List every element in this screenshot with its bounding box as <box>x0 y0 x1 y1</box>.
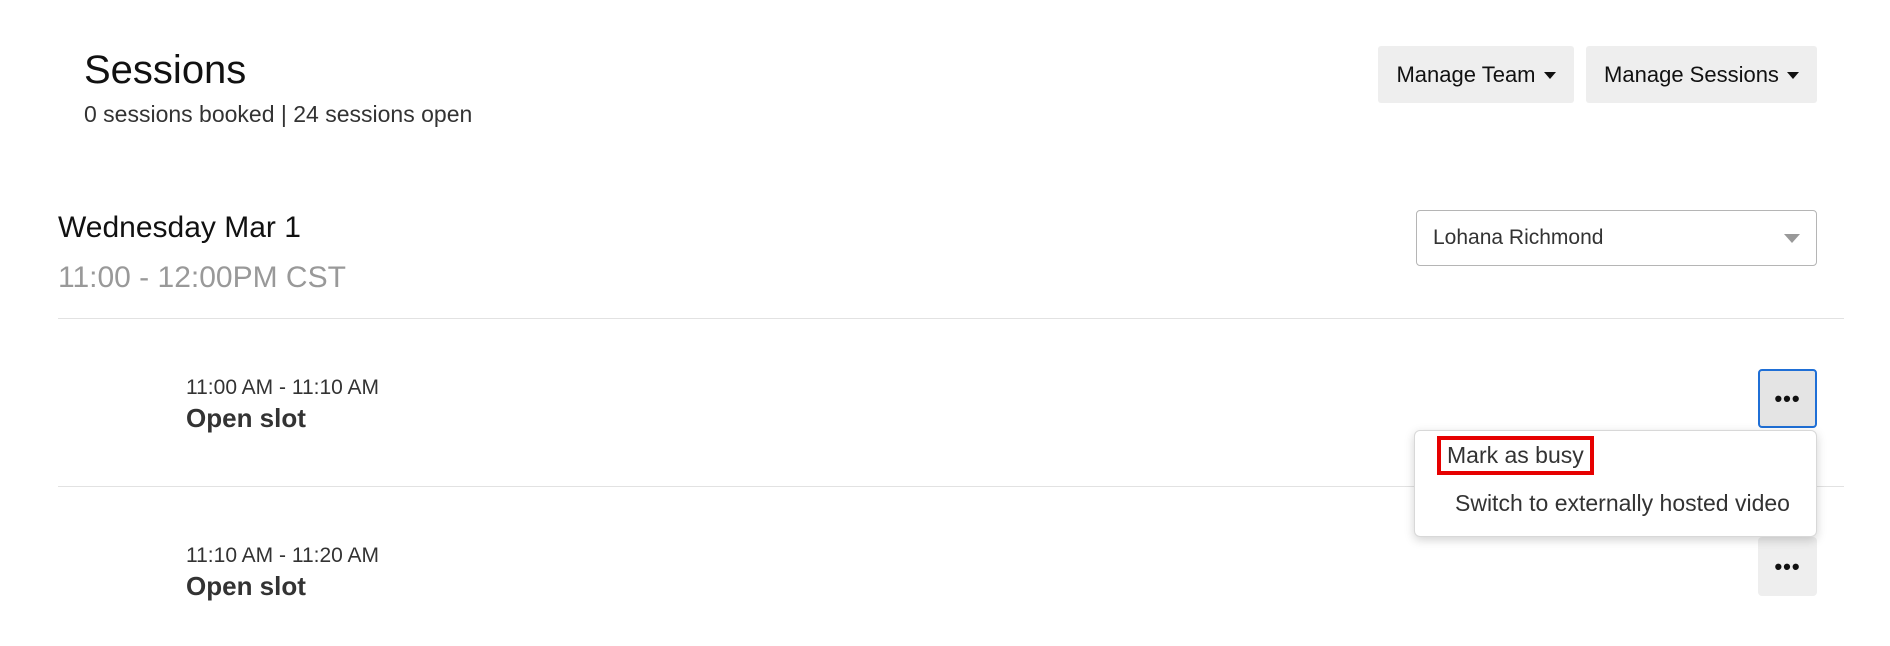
menu-item-mark-as-busy[interactable]: Mark as busy <box>1437 435 1594 475</box>
caret-down-icon <box>1786 72 1799 79</box>
host-select-value: Lohana Richmond <box>1433 226 1604 249</box>
manage-team-button[interactable]: Manage Team <box>1378 46 1574 103</box>
more-icon: ••• <box>1774 553 1801 579</box>
chevron-down-icon <box>1784 234 1800 243</box>
slot-time: 11:00 AM - 11:10 AM <box>186 376 379 399</box>
day-title: Wednesday Mar 1 <box>58 211 301 244</box>
host-select[interactable]: Lohana Richmond <box>1416 210 1817 266</box>
slot-status: Open slot <box>186 403 306 433</box>
sessions-summary: 0 sessions booked | 24 sessions open <box>84 101 473 127</box>
manage-sessions-button[interactable]: Manage Sessions <box>1586 46 1817 103</box>
more-icon: ••• <box>1774 385 1801 411</box>
slot-more-button[interactable]: ••• <box>1758 369 1817 428</box>
slot-more-button[interactable]: ••• <box>1758 537 1817 596</box>
slot-time: 11:10 AM - 11:20 AM <box>186 544 379 567</box>
page-title: Sessions <box>84 48 247 92</box>
slot-status: Open slot <box>186 571 306 601</box>
manage-team-label: Manage Team <box>1396 61 1536 87</box>
manage-sessions-label: Manage Sessions <box>1604 61 1779 87</box>
menu-item-switch-external-video[interactable]: Switch to externally hosted video <box>1447 483 1798 523</box>
divider <box>58 318 1844 319</box>
slot-actions-menu: Mark as busy Switch to externally hosted… <box>1414 430 1817 537</box>
menu-item-label: Mark as busy <box>1437 435 1594 475</box>
sessions-page: Sessions 0 sessions booked | 24 sessions… <box>0 0 1890 646</box>
caret-down-icon <box>1543 72 1556 79</box>
menu-item-label: Switch to externally hosted video <box>1455 489 1790 516</box>
day-time-range: 11:00 - 12:00PM CST <box>58 261 346 294</box>
